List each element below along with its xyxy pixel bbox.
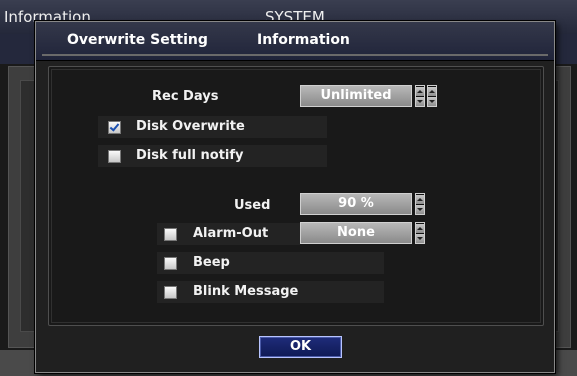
rec-days-label: Rec Days [152,89,219,104]
overwrite-setting-dialog: Overwrite Setting Information Rec Days U… [35,21,555,373]
chevron-down-icon[interactable] [428,97,436,106]
chevron-up-icon[interactable] [428,87,436,96]
blink-message-label: Blink Message [193,284,299,299]
chevron-up-icon[interactable] [416,224,424,233]
beep-label: Beep [193,255,230,270]
chevron-down-icon[interactable] [416,205,424,214]
disk-full-notify-checkbox[interactable] [108,150,121,163]
alarm-out-spinner[interactable] [415,222,425,244]
chevron-up-icon[interactable] [416,87,424,96]
beep-checkbox[interactable] [164,257,177,270]
tab-overwrite-setting[interactable]: Overwrite Setting [67,32,208,48]
beep-row[interactable] [157,252,384,274]
disk-full-notify-label: Disk full notify [136,148,244,163]
disk-overwrite-checkbox[interactable] [108,121,121,134]
tab-information[interactable]: Information [257,32,350,48]
chevron-up-icon[interactable] [416,195,424,204]
disk-overwrite-label: Disk Overwrite [136,119,245,134]
used-spinner[interactable] [415,193,425,215]
used-label: Used [234,198,271,213]
rec-days-spinner-1[interactable] [415,85,425,107]
chevron-down-icon[interactable] [416,97,424,106]
rec-days-spinner-2[interactable] [427,85,437,107]
rec-days-value[interactable]: Unlimited [300,85,412,107]
blink-message-checkbox[interactable] [164,286,177,299]
used-value[interactable]: 90 % [300,193,412,215]
dialog-titlebar: Overwrite Setting Information [36,22,554,61]
alarm-out-value[interactable]: None [300,222,412,244]
alarm-out-checkbox[interactable] [164,228,177,241]
alarm-out-label: Alarm-Out [193,226,269,241]
chevron-down-icon[interactable] [416,234,424,243]
ok-button[interactable]: OK [259,336,342,358]
titlebar-divider [42,54,548,56]
